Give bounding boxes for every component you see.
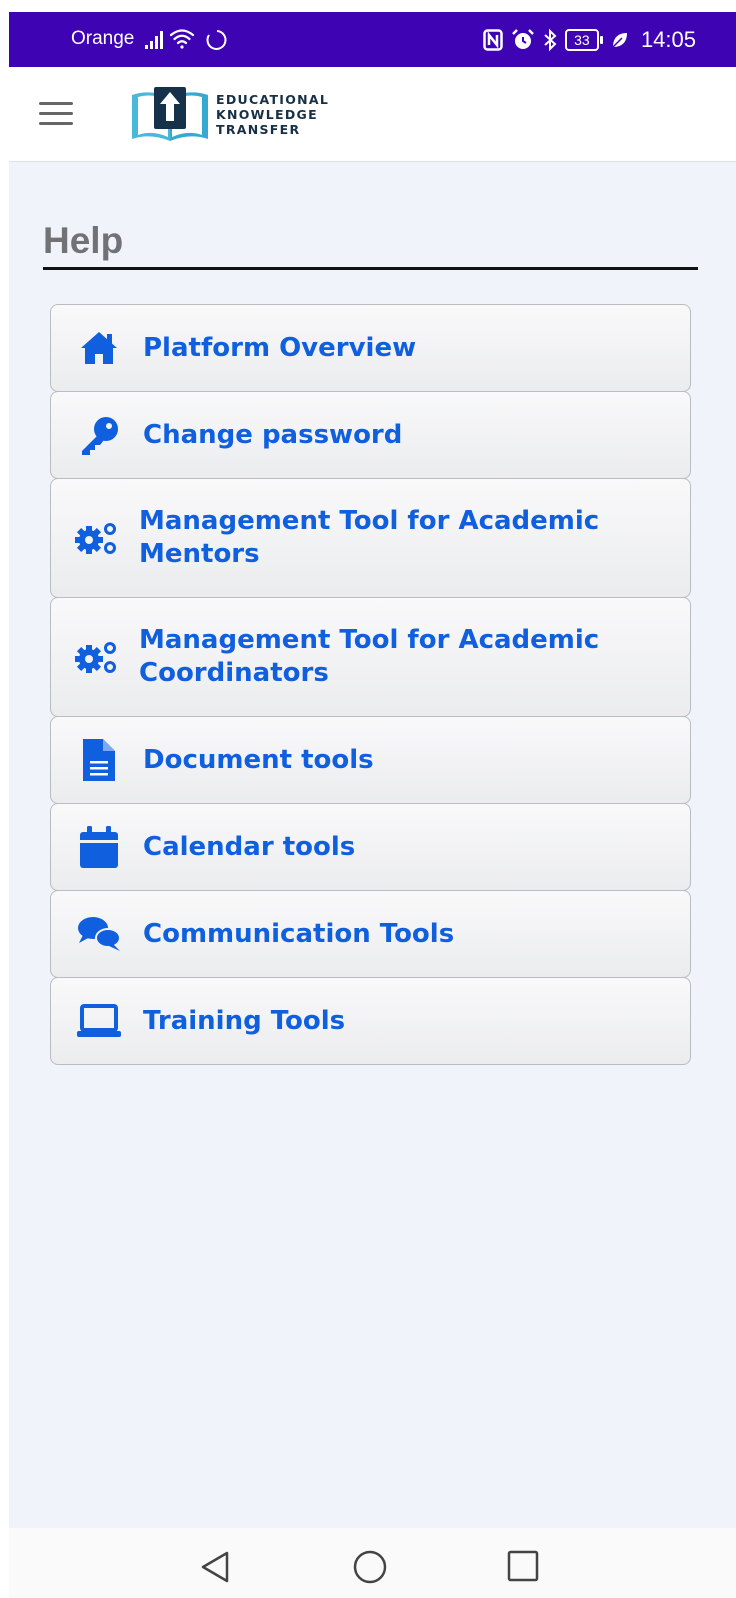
app-header: EDUCATIONAL KNOWLEDGE TRANSFER — [9, 67, 736, 162]
bluetooth-icon — [544, 28, 557, 52]
menu-item-document-tools[interactable]: Document tools — [50, 716, 691, 804]
logo-text: EDUCATIONAL KNOWLEDGE TRANSFER — [216, 92, 329, 137]
help-menu: Platform Overview Change password Manage… — [50, 304, 691, 1065]
menu-item-label: Document tools — [143, 744, 374, 775]
signal-icon — [145, 31, 163, 49]
menu-item-communication-tools[interactable]: Communication Tools — [50, 890, 691, 978]
menu-item-label: Training Tools — [143, 1005, 346, 1036]
comments-icon — [75, 916, 123, 952]
menu-item-calendar-tools[interactable]: Calendar tools — [50, 803, 691, 891]
title-divider — [43, 267, 698, 270]
calendar-icon — [75, 826, 123, 868]
home-icon — [75, 330, 123, 366]
device-screen: Orange 33 14:05 EDUCATIONAL KNOWLEDGE TR… — [9, 12, 736, 1598]
menu-item-label: Platform Overview — [143, 332, 417, 363]
menu-item-change-password[interactable]: Change password — [50, 391, 691, 479]
menu-item-label: Communication Tools — [143, 918, 455, 949]
status-bar: Orange 33 14:05 — [9, 12, 736, 67]
signal-wifi-sync-icons — [145, 29, 227, 50]
menu-item-label: Management Tool for Academic Coordinator… — [139, 625, 600, 688]
key-icon — [75, 415, 123, 455]
nfc-icon — [483, 29, 503, 51]
home-circle-icon[interactable] — [353, 1550, 387, 1584]
menu-item-label: Management Tool for Academic Mentors — [139, 506, 600, 569]
menu-item-management-mentors[interactable]: Management Tool for Academic Mentors — [50, 478, 691, 598]
battery-icon: 33 — [564, 29, 603, 51]
wifi-icon — [169, 29, 195, 49]
logo-line: EDUCATIONAL — [216, 91, 330, 107]
logo-book-icon — [132, 87, 208, 141]
leaf-icon — [612, 33, 627, 48]
document-icon — [75, 739, 123, 781]
logo-line: KNOWLEDGE — [216, 106, 318, 122]
sync-icon — [206, 30, 227, 50]
menu-item-management-coordinators[interactable]: Management Tool for Academic Coordinator… — [50, 597, 691, 717]
menu-item-training-tools[interactable]: Training Tools — [50, 977, 691, 1065]
cogs-icon — [75, 520, 119, 556]
back-icon[interactable] — [199, 1550, 231, 1584]
hamburger-icon[interactable] — [39, 102, 73, 126]
carrier-name: Orange — [71, 28, 135, 49]
status-right: 33 14:05 — [483, 24, 696, 56]
menu-item-label: Calendar tools — [143, 831, 356, 862]
system-nav-bar — [9, 1528, 736, 1598]
page-title: Help — [43, 220, 124, 261]
recents-icon[interactable] — [507, 1550, 539, 1582]
menu-item-platform-overview[interactable]: Platform Overview — [50, 304, 691, 392]
logo[interactable]: EDUCATIONAL KNOWLEDGE TRANSFER — [130, 83, 329, 145]
laptop-icon — [75, 1004, 123, 1038]
status-time: 14:05 — [640, 27, 696, 52]
alarm-icon — [512, 29, 534, 49]
cogs-icon — [75, 639, 119, 675]
menu-item-label: Change password — [143, 419, 403, 450]
logo-line: TRANSFER — [216, 121, 301, 137]
